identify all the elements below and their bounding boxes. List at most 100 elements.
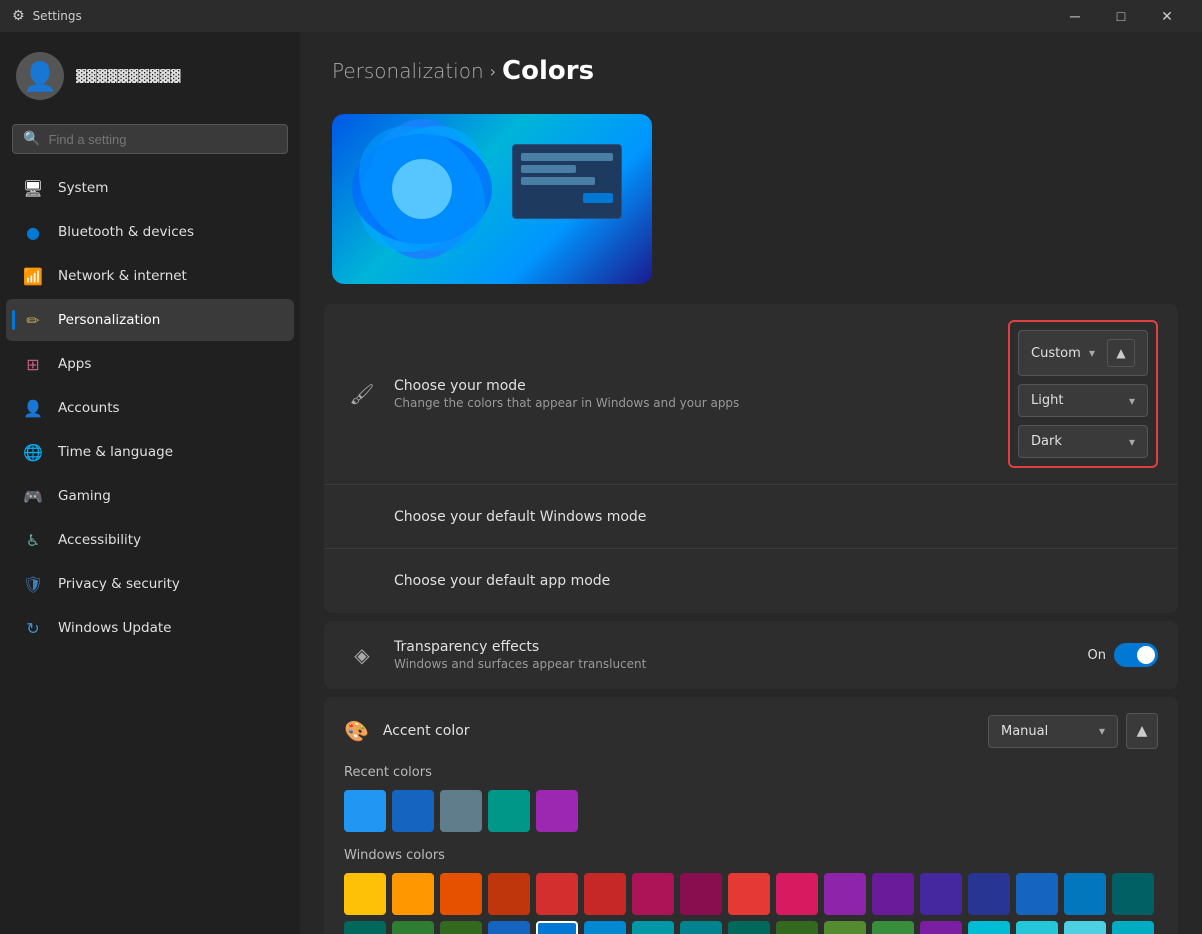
sidebar-item-gaming[interactable]: 🎮 Gaming [6,475,294,517]
recent-color-swatch[interactable] [536,790,578,832]
windows-color-swatch[interactable] [632,921,674,934]
sidebar-item-time[interactable]: 🌐 Time & language [6,431,294,473]
accent-color-icon: 🎨 [344,719,369,743]
sidebar-label-bluetooth: Bluetooth & devices [58,224,194,240]
mode-info: Choose your mode Change the colors that … [394,378,1008,410]
windows-color-swatch[interactable] [1016,921,1058,934]
windows-color-swatch[interactable] [344,873,386,915]
mode-collapse-btn[interactable]: ▲ [1107,339,1135,367]
windows-colors-grid: ✓ [344,873,1158,934]
preview-flower [342,114,502,264]
app-mode-label: Choose your default app mode [394,573,1158,589]
mode-dropdown[interactable]: Custom ▾ ▲ [1018,330,1148,376]
sidebar-item-network[interactable]: 📶 Network & internet [6,255,294,297]
preview-btn-row [521,193,613,203]
user-section: 👤 ▓▓▓▓▓▓▓▓▓▓ [0,32,300,120]
transparency-section: ◈ Transparency effects Windows and surfa… [324,621,1178,689]
windows-color-swatch[interactable] [728,921,770,934]
maximize-button[interactable]: □ [1098,0,1144,32]
sidebar-item-windows-update[interactable]: ↻ Windows Update [6,607,294,649]
time-icon: 🌐 [22,441,44,463]
windows-color-swatch[interactable] [728,873,770,915]
windows-color-swatch[interactable] [1112,873,1154,915]
sidebar-label-windows-update: Windows Update [58,620,171,636]
search-input[interactable] [48,132,277,147]
close-button[interactable]: ✕ [1144,0,1190,32]
sidebar-item-accounts[interactable]: 👤 Accounts [6,387,294,429]
windows-mode-label: Choose your default Windows mode [394,509,1158,525]
accent-collapse-btn[interactable]: ▲ [1126,713,1158,749]
windows-color-swatch[interactable] [920,921,962,934]
windows-color-swatch[interactable] [920,873,962,915]
breadcrumb-separator: › [490,62,496,81]
windows-color-swatch[interactable]: ✓ [536,921,578,934]
windows-color-swatch[interactable] [968,873,1010,915]
windows-color-swatch[interactable] [440,873,482,915]
sidebar-item-bluetooth[interactable]: ● Bluetooth & devices [6,211,294,253]
windows-color-swatch[interactable] [968,921,1010,934]
windows-color-swatch[interactable] [392,921,434,934]
windows-mode-chevron: ▾ [1129,394,1135,408]
recent-color-swatch[interactable] [440,790,482,832]
windows-color-swatch[interactable] [776,921,818,934]
app-mode-value: Dark [1031,434,1062,449]
windows-color-swatch[interactable] [1112,921,1154,934]
windows-color-swatch[interactable] [488,873,530,915]
preview-button [583,193,613,203]
accent-color-section: 🎨 Accent color Manual ▾ ▲ Recent colors … [324,697,1178,934]
titlebar-left: ⚙ Settings [12,8,82,24]
windows-color-swatch[interactable] [488,921,530,934]
breadcrumb-parent: Personalization [332,59,484,83]
sidebar: 👤 ▓▓▓▓▓▓▓▓▓▓ 🔍 🖥 System ● Bluetooth & de… [0,32,300,934]
user-name: ▓▓▓▓▓▓▓▓▓▓ [76,69,181,84]
windows-update-icon: ↻ [22,617,44,639]
settings-icon: ⚙ [12,8,25,24]
avatar-icon: 👤 [23,60,58,93]
windows-color-swatch[interactable] [1064,921,1106,934]
transparency-icon-wrap: ◈ [344,637,380,673]
sidebar-item-system[interactable]: 🖥 System [6,167,294,209]
transparency-icon: ◈ [354,643,369,667]
page-title: Colors [502,56,594,86]
transparency-toggle[interactable] [1114,643,1158,667]
windows-color-swatch[interactable] [824,873,866,915]
preview-container [332,114,652,284]
sidebar-item-personalization[interactable]: ✏ Personalization [6,299,294,341]
personalization-icon: ✏ [22,309,44,331]
transparency-info: Transparency effects Windows and surface… [394,639,1088,671]
titlebar: ⚙ Settings ─ □ ✕ [0,0,1202,32]
windows-color-swatch[interactable] [584,921,626,934]
windows-color-swatch[interactable] [680,921,722,934]
windows-color-swatch[interactable] [776,873,818,915]
windows-color-swatch[interactable] [1016,873,1058,915]
accent-mode-dropdown[interactable]: Manual ▾ [988,715,1118,748]
windows-color-swatch[interactable] [1064,873,1106,915]
recent-color-swatch[interactable] [488,790,530,832]
sidebar-label-system: System [58,180,108,196]
transparency-desc: Windows and surfaces appear translucent [394,657,1088,671]
sidebar-item-accessibility[interactable]: ♿ Accessibility [6,519,294,561]
recent-color-swatch[interactable] [344,790,386,832]
sidebar-item-apps[interactable]: ⊞ Apps [6,343,294,385]
search-box[interactable]: 🔍 [12,124,288,154]
minimize-button[interactable]: ─ [1052,0,1098,32]
app-mode-dropdown[interactable]: Dark ▾ [1018,425,1148,458]
gaming-icon: 🎮 [22,485,44,507]
sidebar-item-privacy[interactable]: 🛡 Privacy & security [6,563,294,605]
recent-color-swatch[interactable] [392,790,434,832]
windows-color-swatch[interactable] [632,873,674,915]
windows-color-swatch[interactable] [680,873,722,915]
transparency-state: On [1088,648,1106,663]
sidebar-label-accounts: Accounts [58,400,120,416]
windows-color-swatch[interactable] [392,873,434,915]
windows-color-swatch[interactable] [344,921,386,934]
windows-color-swatch[interactable] [440,921,482,934]
privacy-icon: 🛡 [22,573,44,595]
windows-color-swatch[interactable] [824,921,866,934]
windows-mode-dropdown[interactable]: Light ▾ [1018,384,1148,417]
windows-color-swatch[interactable] [584,873,626,915]
windows-color-swatch[interactable] [872,921,914,934]
windows-color-swatch[interactable] [536,873,578,915]
windows-color-swatch[interactable] [872,873,914,915]
mode-label: Choose your mode [394,378,1008,394]
